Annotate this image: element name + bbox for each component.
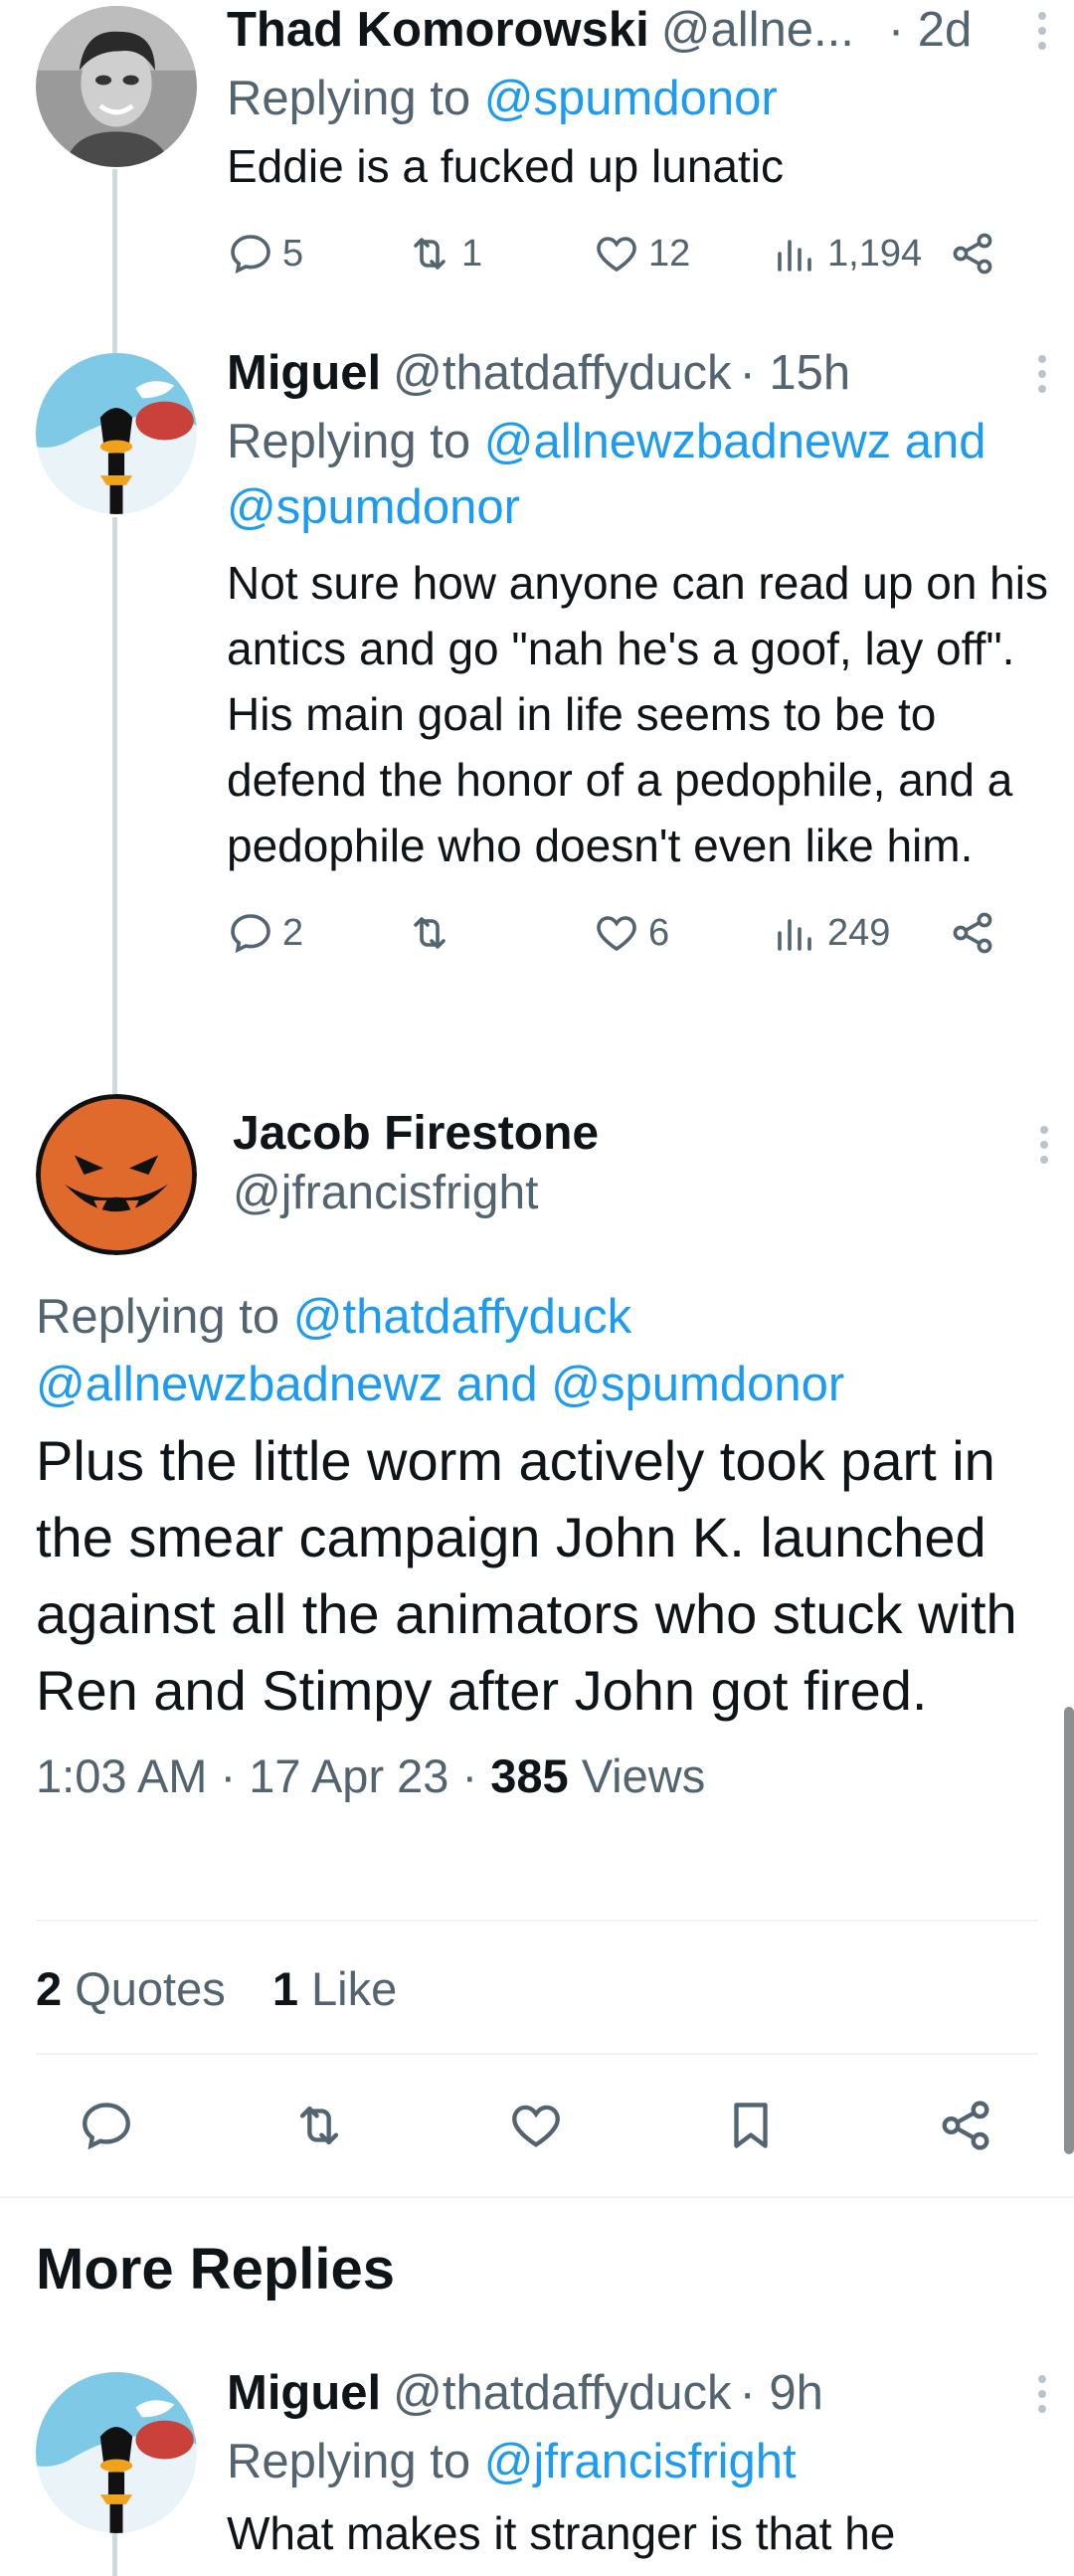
reply-icon — [231, 235, 270, 275]
post-time: · 2d — [887, 3, 973, 57]
author-handle[interactable]: @thatdaffyduck — [393, 2363, 731, 2423]
more-icon[interactable] — [1038, 355, 1048, 393]
views-label: Views — [581, 1749, 706, 1802]
main-tweet[interactable]: Jacob Firestone @jfrancisfright Replying… — [36, 1104, 1048, 1806]
like-button[interactable]: 6 — [593, 909, 669, 957]
quotes-label: Quotes — [75, 1962, 226, 2015]
more-replies-heading: More Replies — [36, 2237, 395, 2301]
reply-icon — [231, 914, 270, 954]
more-icon[interactable] — [1040, 1126, 1050, 1164]
reply-button[interactable]: 5 — [227, 230, 303, 277]
reply-post[interactable]: Thad Komorowski @allne... · 2d Replying … — [227, 0, 1054, 288]
post-time: · 15h — [739, 346, 851, 400]
post-text: What makes it stranger is that he — [227, 2507, 896, 2559]
thread-line — [112, 169, 117, 358]
retweet-count: 1 — [461, 232, 483, 275]
likes-count: 1 — [271, 1962, 298, 2015]
mention-link[interactable]: @jfrancisfright — [484, 2435, 797, 2488]
thread-line — [112, 2526, 117, 2576]
thread-line — [112, 517, 117, 1094]
like-icon — [512, 2105, 560, 2147]
author-handle[interactable]: @allne... — [661, 0, 854, 60]
replying-label: Replying to — [227, 2435, 471, 2488]
quotes-count: 2 — [36, 1962, 63, 2015]
action-bar: 5 1 12 1,194 — [227, 219, 1054, 288]
views-count: 385 — [490, 1749, 569, 1802]
share-button[interactable] — [949, 230, 996, 277]
tweet-meta: 1:03 AM · 17 Apr 23 · 385 Views — [36, 1747, 1038, 1806]
like-icon — [597, 237, 636, 273]
replying-to: Replying to @allnewzbadnewz and @spumdon… — [227, 409, 1054, 540]
author-name[interactable]: Jacob Firestone — [233, 1104, 1038, 1164]
post-time: · 9h — [739, 2366, 823, 2420]
quotes-link[interactable]: 2 Quotes — [36, 1962, 226, 2015]
author-name[interactable]: Miguel — [227, 343, 381, 403]
replying-label: Replying to — [36, 1290, 280, 1344]
bookmark-button[interactable] — [722, 2097, 780, 2154]
share-icon — [953, 233, 992, 275]
engagement-stats: 2 Quotes 1 Like — [36, 1959, 397, 2019]
share-icon — [942, 2101, 989, 2150]
views-button[interactable]: 1,194 — [772, 230, 922, 277]
author-handle[interactable]: @thatdaffyduck — [393, 343, 731, 403]
replying-to: Replying to @thatdaffyduck @allnewzbadne… — [36, 1283, 1038, 1418]
more-icon[interactable] — [1038, 12, 1048, 50]
views-button[interactable]: 249 — [772, 909, 890, 957]
views-icon — [778, 919, 811, 951]
avatar[interactable] — [36, 6, 197, 167]
more-icon[interactable] — [1038, 2375, 1048, 2413]
author-name[interactable]: Thad Komorowski — [227, 0, 649, 60]
likes-link[interactable]: 1 Like — [272, 1962, 397, 2015]
main-action-bar — [0, 2097, 1074, 2166]
retweet-button[interactable] — [406, 909, 461, 957]
replying-to: Replying to @spumdonor — [227, 66, 1054, 131]
tweet-text: Plus the little worm actively took part … — [36, 1429, 1017, 1722]
reply-icon — [83, 2103, 130, 2150]
post-text: Not sure how anyone can read up on his a… — [227, 557, 1048, 871]
replying-label: Replying to — [227, 415, 471, 468]
post-text: Eddie is a fucked up lunatic — [227, 140, 785, 192]
retweet-icon — [414, 238, 446, 270]
share-button[interactable] — [949, 909, 996, 957]
reply-count: 2 — [282, 911, 304, 954]
like-count: 6 — [648, 911, 670, 954]
action-bar: 2 6 249 — [227, 898, 1054, 968]
likes-label: Like — [311, 1962, 398, 2015]
retweet-icon — [414, 917, 446, 949]
share-button[interactable] — [937, 2097, 994, 2154]
like-button[interactable]: 12 — [593, 230, 690, 277]
replying-label: Replying to — [227, 72, 471, 125]
avatar[interactable] — [36, 353, 197, 514]
divider — [0, 2196, 1074, 2198]
author-name[interactable]: Miguel — [227, 2363, 381, 2423]
divider — [36, 2053, 1038, 2055]
divider — [36, 1920, 1038, 1922]
timestamp[interactable]: 1:03 AM · 17 Apr 23 · — [36, 1749, 490, 1802]
views-count: 1,194 — [827, 232, 923, 275]
reply-count: 5 — [282, 232, 304, 275]
reply-post[interactable]: Miguel @thatdaffyduck · 9h Replying to @… — [227, 2363, 1054, 2566]
like-count: 12 — [648, 232, 691, 275]
reply-button[interactable] — [78, 2097, 135, 2154]
retweet-button[interactable]: 1 — [406, 230, 482, 277]
replying-to: Replying to @jfrancisfright — [227, 2429, 1054, 2494]
like-icon — [597, 916, 636, 952]
share-icon — [953, 912, 992, 954]
scrollbar[interactable] — [1064, 1707, 1074, 2154]
views-count: 249 — [827, 911, 891, 954]
retweet-button[interactable] — [290, 2097, 348, 2154]
views-icon — [778, 240, 811, 272]
avatar[interactable] — [36, 2372, 197, 2533]
mention-link[interactable]: @spumdonor — [484, 72, 778, 125]
like-button[interactable] — [507, 2097, 565, 2154]
author-handle[interactable]: @jfrancisfright — [233, 1164, 1038, 1223]
retweet-icon — [299, 2106, 339, 2145]
reply-post[interactable]: Miguel @thatdaffyduck · 15h Replying to … — [227, 343, 1054, 968]
bookmark-icon — [734, 2103, 768, 2148]
reply-button[interactable]: 2 — [227, 909, 303, 957]
